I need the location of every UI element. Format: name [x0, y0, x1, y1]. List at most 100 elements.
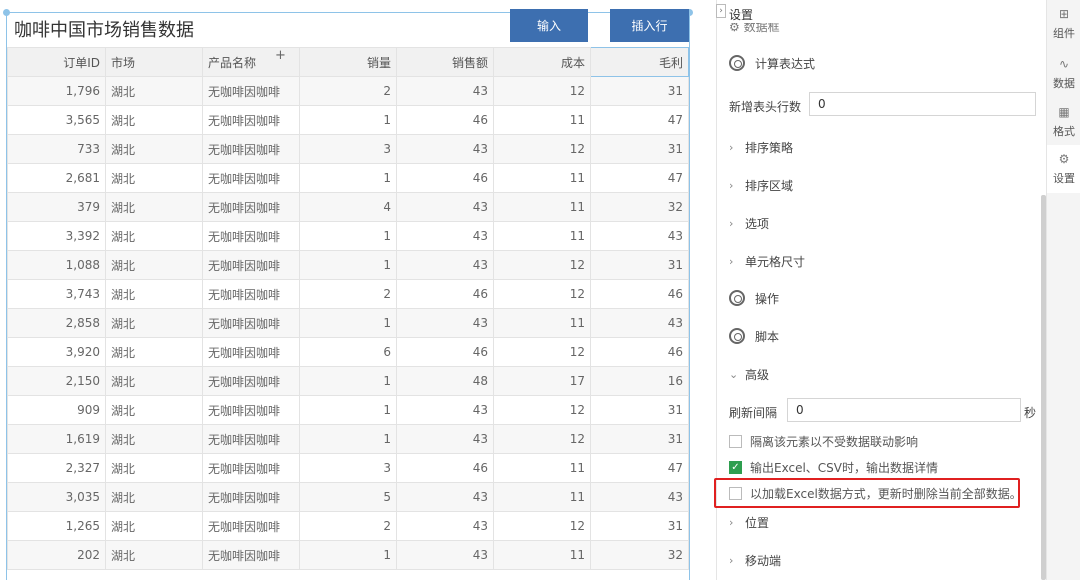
cell-cost[interactable]: 11 — [493, 453, 591, 483]
table-row[interactable]: 3,035 湖北 无咖啡因咖啡 5 43 11 43 — [7, 482, 689, 512]
cell-market[interactable]: 湖北 — [105, 279, 203, 309]
panel-item-mobile[interactable]: › 移动端 — [717, 541, 1037, 579]
cell-sales[interactable]: 43 — [396, 395, 494, 425]
cell-product[interactable]: 无咖啡因咖啡 — [202, 192, 300, 222]
cell-quantity[interactable]: 1 — [299, 540, 397, 570]
table-row[interactable]: 2,858 湖北 无咖啡因咖啡 1 43 11 43 — [7, 308, 689, 338]
table-row[interactable]: 1,265 湖北 无咖啡因咖啡 2 43 12 31 — [7, 511, 689, 541]
cell-market[interactable]: 湖北 — [105, 134, 203, 164]
tab-format[interactable]: ▦ 格式 — [1047, 98, 1080, 146]
cell-cost[interactable]: 11 — [493, 540, 591, 570]
refresh-interval-input[interactable]: 0 — [787, 398, 1021, 422]
cell-product[interactable]: 无咖啡因咖啡 — [202, 279, 300, 309]
add-column-icon[interactable]: + — [275, 48, 286, 63]
table-row[interactable]: 379 湖北 无咖啡因咖啡 4 43 11 32 — [7, 192, 689, 222]
cell-order-id[interactable]: 1,796 — [7, 76, 106, 106]
cell-order-id[interactable]: 1,088 — [7, 250, 106, 280]
column-header-sales[interactable]: 销售额 — [396, 47, 494, 77]
export-detail-checkbox-row[interactable]: ✓ 输出Excel、CSV时，输出数据详情 — [729, 459, 938, 476]
tab-data[interactable]: ∿ 数据 — [1047, 50, 1080, 98]
table-row[interactable]: 909 湖北 无咖啡因咖啡 1 43 12 31 — [7, 395, 689, 425]
cell-cost[interactable]: 12 — [493, 76, 591, 106]
cell-market[interactable]: 湖北 — [105, 105, 203, 135]
cell-sales[interactable]: 46 — [396, 337, 494, 367]
cell-profit[interactable]: 32 — [590, 540, 689, 570]
cell-sales[interactable]: 48 — [396, 366, 494, 396]
panel-item-partial[interactable]: ⚙ 数据框 — [729, 23, 829, 33]
cell-market[interactable]: 湖北 — [105, 221, 203, 251]
cell-order-id[interactable]: 2,327 — [7, 453, 106, 483]
column-header-quantity[interactable]: 销量 — [299, 47, 397, 77]
table-row[interactable]: 2,150 湖北 无咖啡因咖啡 1 48 17 16 — [7, 366, 689, 396]
cell-quantity[interactable]: 6 — [299, 337, 397, 367]
cell-product[interactable]: 无咖啡因咖啡 — [202, 134, 300, 164]
cell-order-id[interactable]: 2,150 — [7, 366, 106, 396]
panel-item-sort-strategy[interactable]: › 排序策略 — [717, 128, 1037, 166]
cell-quantity[interactable]: 1 — [299, 250, 397, 280]
cell-product[interactable]: 无咖啡因咖啡 — [202, 540, 300, 570]
cell-market[interactable]: 湖北 — [105, 540, 203, 570]
cell-order-id[interactable]: 3,743 — [7, 279, 106, 309]
cell-order-id[interactable]: 2,681 — [7, 163, 106, 193]
cell-profit[interactable]: 31 — [590, 250, 689, 280]
cell-order-id[interactable]: 909 — [7, 395, 106, 425]
cell-order-id[interactable]: 1,619 — [7, 424, 106, 454]
cell-cost[interactable]: 12 — [493, 395, 591, 425]
insert-row-button[interactable]: 插入行 — [610, 9, 689, 42]
cell-cost[interactable]: 12 — [493, 134, 591, 164]
cell-profit[interactable]: 47 — [590, 105, 689, 135]
cell-profit[interactable]: 32 — [590, 192, 689, 222]
tab-component[interactable]: ⊞ 组件 — [1047, 0, 1080, 48]
cell-cost[interactable]: 11 — [493, 105, 591, 135]
cell-order-id[interactable]: 2,858 — [7, 308, 106, 338]
cell-sales[interactable]: 46 — [396, 163, 494, 193]
cell-sales[interactable]: 43 — [396, 76, 494, 106]
panel-item-sort-area[interactable]: › 排序区域 — [717, 166, 1037, 204]
table-row[interactable]: 3,565 湖北 无咖啡因咖啡 1 46 11 47 — [7, 105, 689, 135]
column-header-cost[interactable]: 成本 — [493, 47, 591, 77]
input-button[interactable]: 输入 — [510, 9, 588, 42]
table-row[interactable]: 1,619 湖北 无咖啡因咖啡 1 43 12 31 — [7, 424, 689, 454]
cell-quantity[interactable]: 2 — [299, 279, 397, 309]
cell-profit[interactable]: 46 — [590, 279, 689, 309]
panel-item-advanced[interactable]: ⌄ 高级 — [717, 355, 1037, 393]
column-header-profit[interactable]: 毛利 — [590, 47, 689, 77]
resize-handle[interactable] — [3, 9, 10, 16]
cell-market[interactable]: 湖北 — [105, 163, 203, 193]
cell-product[interactable]: 无咖啡因咖啡 — [202, 76, 300, 106]
cell-market[interactable]: 湖北 — [105, 453, 203, 483]
table-row[interactable]: 3,743 湖北 无咖啡因咖啡 2 46 12 46 — [7, 279, 689, 309]
cell-sales[interactable]: 43 — [396, 424, 494, 454]
cell-profit[interactable]: 31 — [590, 424, 689, 454]
cell-profit[interactable]: 31 — [590, 76, 689, 106]
cell-order-id[interactable]: 379 — [7, 192, 106, 222]
cell-product[interactable]: 无咖啡因咖啡 — [202, 511, 300, 541]
cell-order-id[interactable]: 202 — [7, 540, 106, 570]
cell-sales[interactable]: 43 — [396, 221, 494, 251]
cell-order-id[interactable]: 733 — [7, 134, 106, 164]
cell-profit[interactable]: 43 — [590, 308, 689, 338]
table-row[interactable]: 3,392 湖北 无咖啡因咖啡 1 43 11 43 — [7, 221, 689, 251]
panel-collapse-icon[interactable]: › — [716, 4, 726, 18]
column-header-order-id[interactable]: 订单ID — [7, 47, 106, 77]
cell-cost[interactable]: 12 — [493, 337, 591, 367]
cell-cost[interactable]: 11 — [493, 163, 591, 193]
cell-order-id[interactable]: 1,265 — [7, 511, 106, 541]
cell-sales[interactable]: 46 — [396, 453, 494, 483]
cell-cost[interactable]: 17 — [493, 366, 591, 396]
cell-cost[interactable]: 11 — [493, 221, 591, 251]
cell-product[interactable]: 无咖啡因咖啡 — [202, 366, 300, 396]
cell-quantity[interactable]: 3 — [299, 134, 397, 164]
cell-order-id[interactable]: 3,920 — [7, 337, 106, 367]
cell-profit[interactable]: 16 — [590, 366, 689, 396]
cell-quantity[interactable]: 1 — [299, 366, 397, 396]
cell-market[interactable]: 湖北 — [105, 337, 203, 367]
table-row[interactable]: 202 湖北 无咖啡因咖啡 1 43 11 32 — [7, 540, 689, 570]
cell-product[interactable]: 无咖啡因咖啡 — [202, 105, 300, 135]
header-rows-input[interactable]: 0 — [809, 92, 1036, 116]
cell-sales[interactable]: 43 — [396, 308, 494, 338]
cell-quantity[interactable]: 1 — [299, 221, 397, 251]
cell-cost[interactable]: 12 — [493, 424, 591, 454]
cell-profit[interactable]: 47 — [590, 163, 689, 193]
cell-product[interactable]: 无咖啡因咖啡 — [202, 308, 300, 338]
